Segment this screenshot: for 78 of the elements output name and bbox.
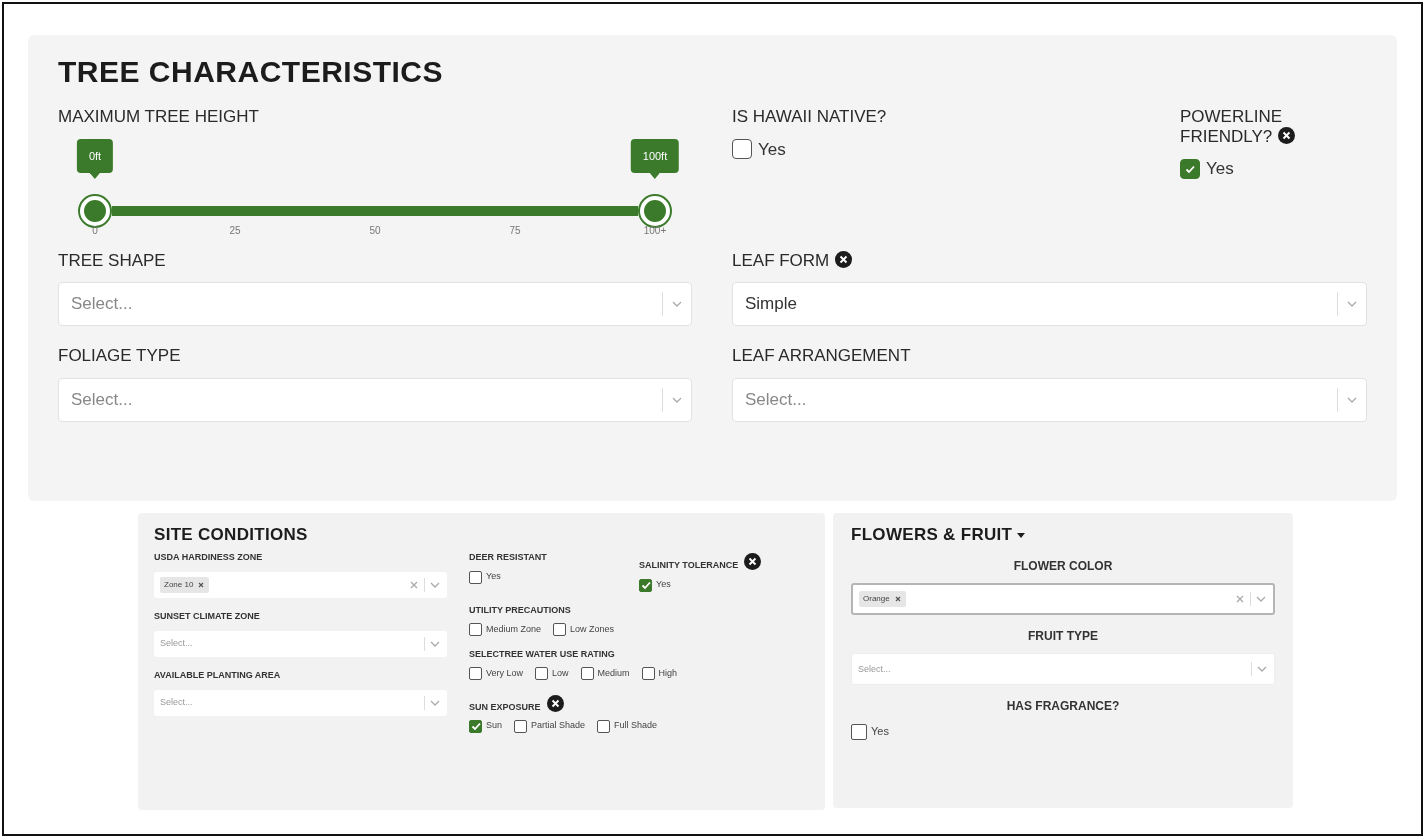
checkbox[interactable] bbox=[1180, 158, 1200, 179]
option-label: Yes bbox=[758, 138, 786, 161]
option-label: Medium Zone bbox=[486, 622, 542, 636]
selected-tag[interactable]: Orange bbox=[859, 591, 906, 608]
filter-label: FOLIAGE TYPE bbox=[58, 346, 181, 366]
option-label: Sun bbox=[486, 719, 502, 733]
select-field[interactable]: Zone 10 bbox=[154, 572, 447, 599]
filter-label: FRUIT TYPE bbox=[1027, 628, 1099, 646]
checkbox[interactable] bbox=[597, 719, 611, 733]
remove-icon[interactable] bbox=[197, 581, 206, 590]
select-field[interactable]: Simple bbox=[732, 282, 1367, 327]
selected-tag[interactable]: Zone 10 bbox=[160, 577, 210, 594]
tick-label: 0 bbox=[92, 223, 98, 238]
option-label: Yes bbox=[656, 578, 671, 592]
checkbox[interactable] bbox=[580, 667, 594, 681]
checkbox[interactable] bbox=[851, 723, 867, 740]
checkbox[interactable] bbox=[641, 667, 655, 681]
filter-label: UTILITY PRECAUTIONS bbox=[469, 604, 571, 615]
select-field[interactable]: Select... bbox=[732, 377, 1367, 422]
x-circle-icon[interactable] bbox=[546, 694, 564, 712]
filter-label: TREE SHAPE bbox=[58, 250, 166, 270]
remove-icon[interactable] bbox=[893, 595, 902, 604]
option-label: Yes bbox=[1206, 158, 1234, 181]
tick-label: 50 bbox=[369, 223, 381, 238]
slider-handle[interactable] bbox=[640, 195, 670, 226]
filter-label: DEER RESISTANT bbox=[469, 552, 547, 563]
tick-label: 25 bbox=[229, 223, 241, 238]
check-icon bbox=[469, 720, 482, 733]
checkbox[interactable] bbox=[535, 667, 549, 681]
value-tooltip: 0ft bbox=[76, 138, 114, 180]
pointer-icon bbox=[90, 173, 100, 180]
section-title: SITE CONDITIONS bbox=[154, 525, 309, 546]
option-label: Low bbox=[552, 667, 569, 681]
select-field[interactable]: Orange bbox=[851, 583, 1275, 616]
slider-track[interactable] bbox=[112, 205, 638, 216]
checkbox[interactable] bbox=[469, 667, 482, 681]
tick-label: 75 bbox=[509, 223, 521, 238]
filter-label: USDA HARDINESS ZONE bbox=[154, 553, 264, 564]
option-label: Very Low bbox=[486, 667, 524, 681]
option-label: High bbox=[658, 667, 678, 681]
filter-label: IS HAWAII NATIVE? bbox=[732, 107, 887, 126]
filter-label: FLOWER COLOR bbox=[1012, 558, 1114, 576]
option-label: Yes bbox=[871, 724, 889, 740]
filter-label: SUN EXPOSURE bbox=[469, 701, 541, 712]
checkbox[interactable] bbox=[732, 139, 752, 160]
filter-label: HAS FRAGRANCE? bbox=[1005, 698, 1121, 716]
checkbox[interactable] bbox=[469, 622, 482, 636]
filter-label: SUNSET CLIMATE ZONE bbox=[154, 612, 261, 623]
checkbox[interactable] bbox=[514, 719, 527, 733]
x-circle-icon[interactable] bbox=[835, 250, 853, 268]
filter-label: AVAILABLE PLANTING AREA bbox=[154, 671, 282, 682]
filter-label: LEAF ARRANGEMENT bbox=[732, 346, 911, 366]
filter-label: SELECTREE WATER USE RATING bbox=[469, 649, 615, 660]
checkbox[interactable] bbox=[469, 570, 482, 584]
value-tooltip: 100ft bbox=[630, 138, 680, 180]
select-field[interactable]: Select... bbox=[58, 377, 692, 422]
x-circle-icon[interactable] bbox=[744, 553, 762, 571]
x-circle-icon[interactable] bbox=[1278, 126, 1296, 144]
filter-label: POWERLINE FRIENDLY? bbox=[1180, 107, 1283, 146]
option-label: Yes bbox=[486, 570, 501, 584]
caret-down-icon[interactable] bbox=[1016, 530, 1027, 540]
filter-label: MAXIMUM TREE HEIGHT bbox=[58, 107, 260, 127]
option-label: Low Zones bbox=[570, 622, 615, 636]
option-label: Partial Shade bbox=[531, 719, 586, 733]
checkbox[interactable] bbox=[469, 719, 482, 733]
tick-label: 100+ bbox=[643, 223, 667, 238]
select-field[interactable]: Select... bbox=[58, 282, 692, 327]
option-label: Full Shade bbox=[614, 719, 658, 733]
filter-label: SALINITY TOLERANCE bbox=[639, 560, 739, 571]
pointer-icon bbox=[650, 173, 660, 180]
checkbox[interactable] bbox=[639, 578, 652, 592]
checkbox[interactable] bbox=[553, 622, 567, 636]
check-icon bbox=[639, 579, 652, 592]
section-title: TREE CHARACTERISTICS bbox=[58, 57, 444, 87]
filter-label: LEAF FORM bbox=[732, 250, 830, 270]
section-title[interactable]: FLOWERS & FRUIT bbox=[851, 525, 1013, 546]
option-label: Medium bbox=[597, 667, 630, 681]
slider-handle[interactable] bbox=[80, 195, 110, 226]
